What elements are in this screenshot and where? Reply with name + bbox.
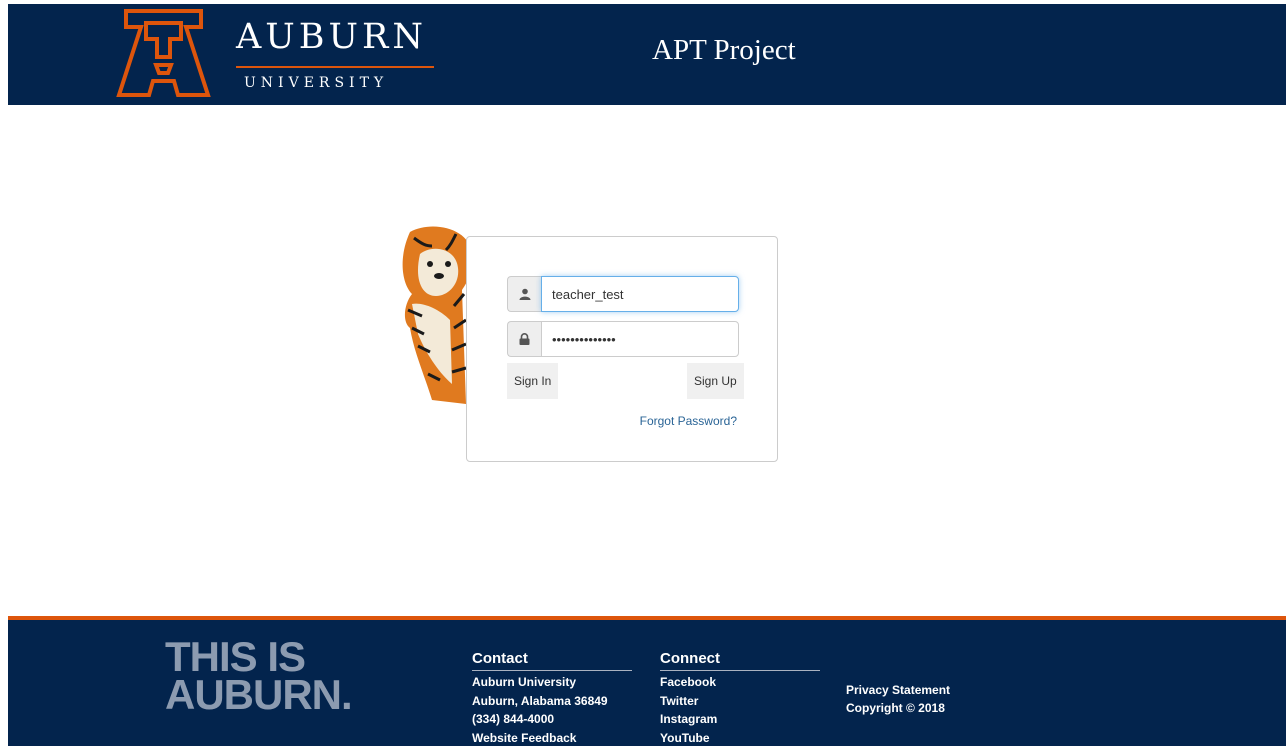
password-input[interactable] [541, 321, 739, 357]
privacy-statement-link[interactable]: Privacy Statement [846, 681, 950, 699]
facebook-link[interactable]: Facebook [660, 673, 820, 692]
username-input[interactable] [541, 276, 739, 312]
page-title: APT Project [652, 34, 796, 67]
user-icon [507, 276, 541, 312]
au-monogram-icon [116, 9, 211, 99]
footer-contact: Contact Auburn University Auburn, Alabam… [472, 650, 632, 747]
copyright-text: Copyright © 2018 [846, 699, 950, 717]
contact-phone: (334) 844-4000 [472, 710, 632, 729]
sign-in-button[interactable]: Sign In [507, 363, 558, 399]
site-header: AUBURN UNIVERSITY APT Project [8, 4, 1286, 105]
contact-university: Auburn University [472, 673, 632, 692]
logo-wordmark: AUBURN [236, 17, 427, 57]
footer-legal: Privacy Statement Copyright © 2018 [846, 681, 950, 717]
contact-divider [472, 670, 632, 671]
this-is-auburn-tagline: THIS IS AUBURN. [165, 638, 352, 714]
youtube-link[interactable]: YouTube [660, 729, 820, 747]
footer-connect: Connect Facebook Twitter Instagram YouTu… [660, 650, 820, 747]
logo-subtitle: UNIVERSITY [244, 75, 388, 91]
tagline-line-2: AUBURN. [165, 676, 352, 714]
instagram-link[interactable]: Instagram [660, 710, 820, 729]
website-feedback-link[interactable]: Website Feedback [472, 729, 632, 747]
password-group [507, 321, 739, 357]
sign-up-button[interactable]: Sign Up [687, 363, 744, 399]
logo-divider [236, 66, 434, 68]
twitter-link[interactable]: Twitter [660, 692, 820, 711]
forgot-password-link[interactable]: Forgot Password? [640, 414, 737, 428]
auburn-logo[interactable]: AUBURN UNIVERSITY [116, 9, 438, 101]
contact-address: Auburn, Alabama 36849 [472, 692, 632, 711]
site-footer: THIS IS AUBURN. Contact Auburn Universit… [8, 620, 1286, 746]
lock-icon [507, 321, 541, 357]
contact-heading: Contact [472, 650, 632, 667]
connect-heading: Connect [660, 650, 820, 667]
connect-divider [660, 670, 820, 671]
username-group [507, 276, 739, 312]
login-panel: Sign In Sign Up Forgot Password? [466, 236, 778, 462]
